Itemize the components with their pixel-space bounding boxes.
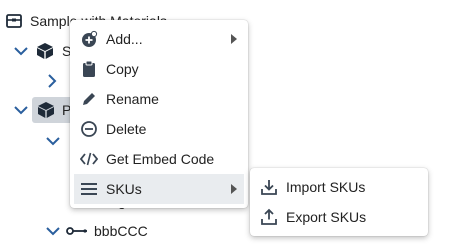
copy-icon (80, 60, 98, 78)
chevron-down-icon[interactable] (46, 224, 60, 238)
menu-item-delete[interactable]: Delete (70, 114, 248, 144)
cube-icon (36, 100, 56, 120)
caret-right-icon (230, 33, 238, 45)
menu-item-copy[interactable]: Copy (70, 54, 248, 84)
export-icon (260, 208, 278, 226)
menu-item-import-skus[interactable]: Import SKUs (250, 172, 428, 202)
tree-row-4[interactable]: P (14, 97, 76, 123)
menu-item-embed-code-label: Get Embed Code (106, 151, 215, 167)
import-icon (260, 178, 278, 196)
cube-icon (34, 40, 56, 62)
chevron-down-icon[interactable] (14, 44, 28, 58)
tree-row-bbbccc[interactable]: bbbCCC (46, 220, 186, 242)
skus-submenu: Import SKUs Export SKUs (250, 168, 428, 236)
list-icon (80, 180, 98, 198)
menu-item-add[interactable]: Add... (70, 24, 248, 54)
menu-item-export-skus[interactable]: Export SKUs (250, 202, 428, 232)
menu-item-rename[interactable]: Rename (70, 84, 248, 114)
menu-item-skus-label: SKUs (106, 181, 142, 197)
tree-row-selected-highlight: P (32, 97, 76, 123)
context-menu: Add... Copy Rename Delete Get Embed Code… (70, 20, 248, 208)
tree-row-5[interactable] (46, 130, 70, 152)
menu-item-embed-code[interactable]: Get Embed Code (70, 144, 248, 174)
chevron-right-icon[interactable] (46, 74, 58, 88)
menu-item-delete-label: Delete (106, 121, 147, 137)
chevron-down-icon[interactable] (14, 103, 28, 117)
tree-row-3[interactable] (46, 70, 70, 92)
code-icon (80, 150, 98, 168)
menu-item-skus[interactable]: SKUs (74, 174, 244, 204)
key-link-icon (66, 224, 88, 238)
caret-right-icon (230, 183, 238, 195)
menu-item-import-skus-label: Import SKUs (286, 179, 366, 195)
pencil-icon (80, 90, 98, 108)
minus-circle-icon (80, 120, 98, 138)
menu-item-export-skus-label: Export SKUs (286, 209, 367, 225)
chevron-down-icon[interactable] (46, 134, 60, 148)
tree-row-2[interactable]: S (14, 40, 74, 62)
box-outline-icon (4, 11, 24, 31)
menu-item-add-label: Add... (106, 31, 143, 47)
menu-item-copy-label: Copy (106, 61, 139, 77)
add-icon (80, 30, 98, 48)
tree-label-bbbccc: bbbCCC (94, 223, 148, 239)
menu-item-rename-label: Rename (106, 91, 159, 107)
